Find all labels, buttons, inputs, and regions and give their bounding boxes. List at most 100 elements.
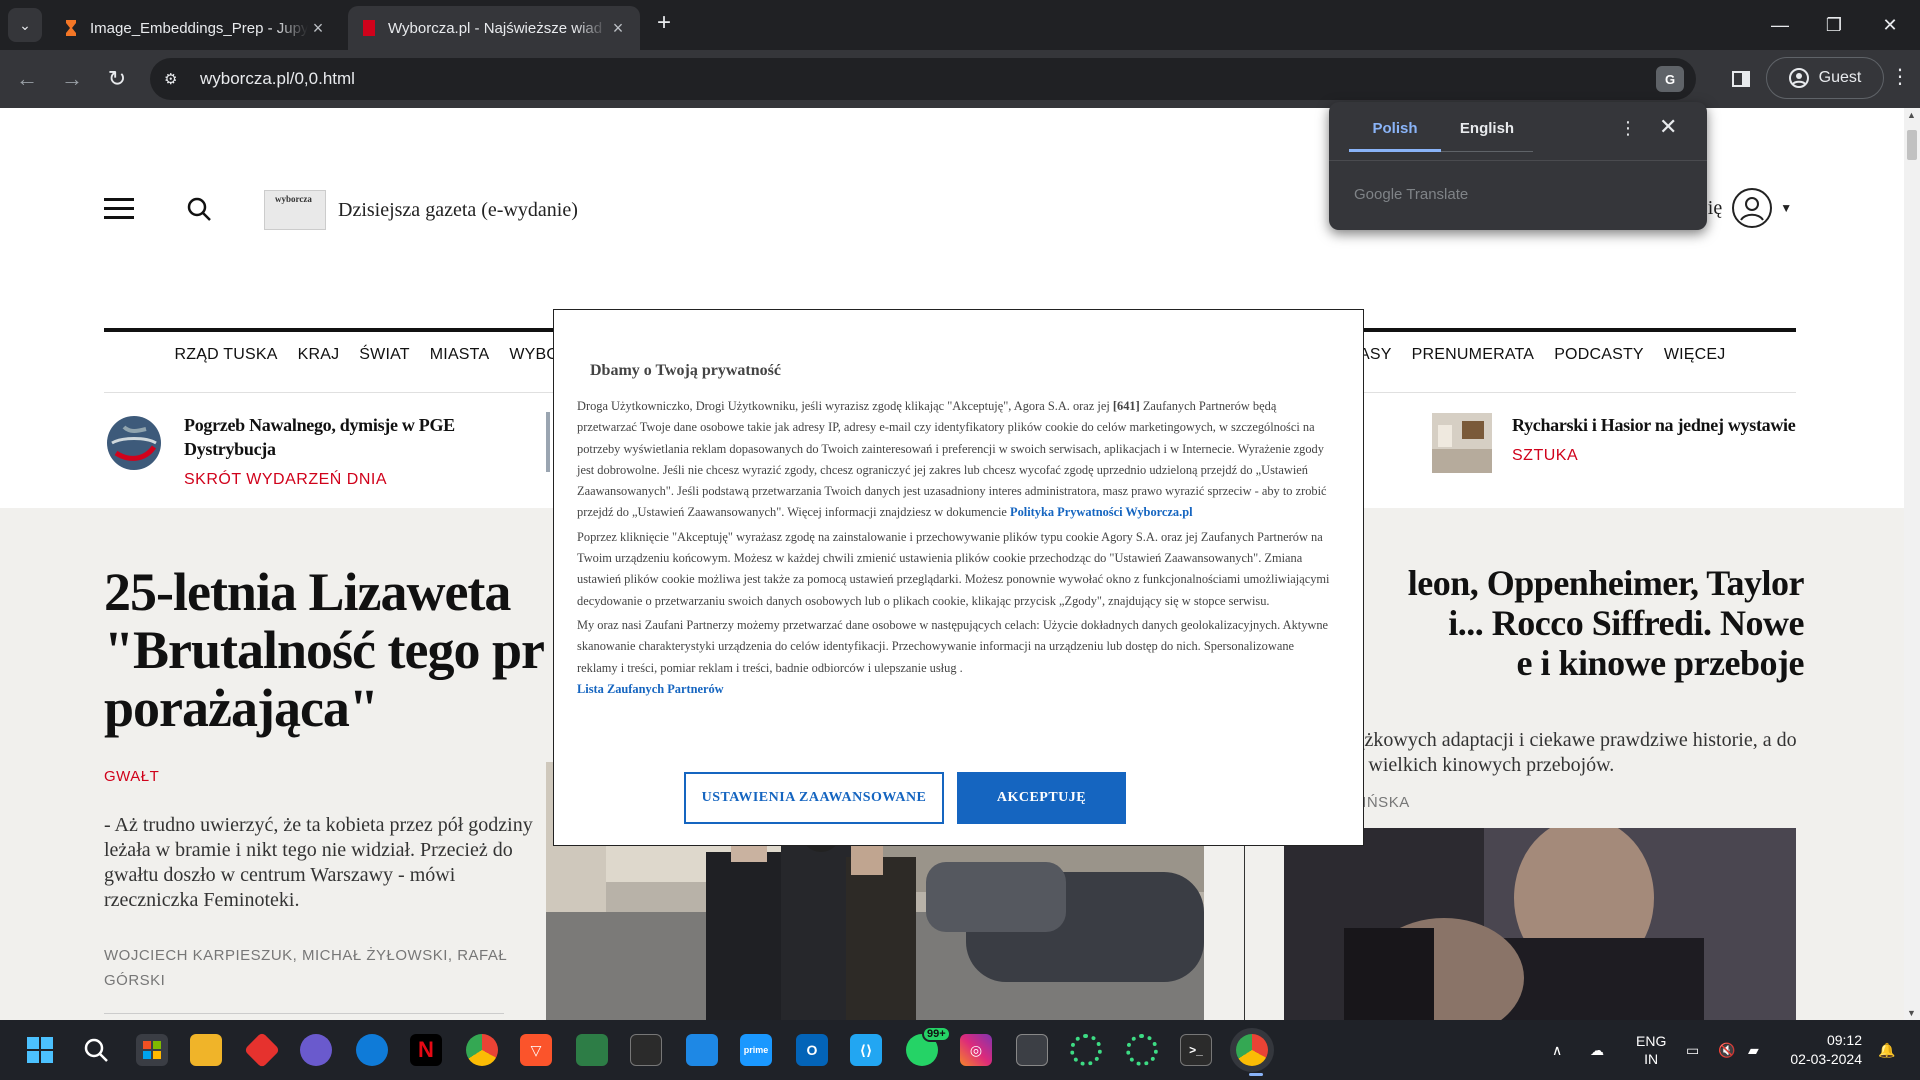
egazeta-link[interactable]: wyborcza Dzisiejsza gazeta (e-wydanie): [264, 190, 578, 230]
privacy-policy-link[interactable]: Polityka Prywatności Wyborcza.pl: [1010, 505, 1193, 519]
reload-button[interactable]: ↻: [100, 62, 134, 96]
netflix-icon[interactable]: N: [410, 1034, 442, 1066]
profile-button[interactable]: Guest: [1766, 57, 1884, 99]
scrollbar-thumb[interactable]: [1907, 130, 1917, 160]
profile-label: Guest: [1818, 69, 1862, 86]
lead-category[interactable]: GWAŁT: [104, 768, 159, 785]
close-tab-icon[interactable]: ×: [308, 18, 328, 39]
back-button[interactable]: ←: [10, 62, 44, 96]
prime-video-icon[interactable]: prime: [740, 1034, 772, 1066]
terminal-icon[interactable]: >_: [1180, 1034, 1212, 1066]
outlook-icon[interactable]: O: [796, 1034, 828, 1066]
teaser-thumbnail-edge: [546, 412, 550, 472]
lead-divider: [104, 1013, 504, 1014]
copilot-icon[interactable]: [300, 1034, 332, 1066]
browser-toolbar: ← → ↻ ⚙ wyborcza.pl/0,0.html G Guest ⋮: [0, 50, 1920, 108]
minimize-button[interactable]: —: [1752, 0, 1808, 50]
clock-time: 09:12: [1826, 1032, 1862, 1048]
chrome-active-icon[interactable]: [1236, 1034, 1268, 1066]
loading-app-icon-2[interactable]: [1126, 1034, 1158, 1066]
advanced-settings-button[interactable]: USTAWIENIA ZAAWANSOWANE: [684, 772, 944, 824]
consent-body: Droga Użytkowniczko, Drogi Użytkowniku, …: [577, 396, 1337, 703]
window-app-icon[interactable]: [1016, 1034, 1048, 1066]
microsoft-store-icon[interactable]: [136, 1034, 168, 1066]
nav-item[interactable]: ŚWIAT: [359, 346, 409, 386]
more-options-icon[interactable]: ⋮: [1619, 118, 1637, 139]
search-icon[interactable]: [186, 196, 212, 222]
browser-menu-icon[interactable]: ⋮: [1890, 64, 1910, 89]
translate-icon[interactable]: G: [1656, 66, 1684, 92]
lead-lede: - Aż trudno uwierzyć, że ta kobieta prze…: [104, 814, 533, 911]
teaser-title: Pogrzeb Nawalnego, dymisje w PGE Dystryb…: [184, 415, 455, 459]
windows-start-icon[interactable]: [24, 1034, 56, 1066]
forward-button[interactable]: →: [55, 62, 89, 96]
site-info-icon[interactable]: ⚙: [164, 70, 184, 88]
restore-button[interactable]: ❐: [1806, 0, 1862, 50]
close-tab-icon[interactable]: ×: [608, 18, 628, 39]
hourglass-icon: [66, 20, 76, 36]
notification-bell-icon[interactable]: 🔔: [1878, 1020, 1895, 1080]
close-window-button[interactable]: ✕: [1862, 0, 1918, 50]
anydesk-icon[interactable]: [243, 1031, 281, 1069]
volume-muted-icon[interactable]: 🔇: [1718, 1020, 1735, 1080]
nav-item[interactable]: WIĘCEJ: [1664, 346, 1726, 386]
image-viewer-icon[interactable]: [576, 1034, 608, 1066]
teaser-category: SZTUKA: [1512, 447, 1579, 464]
trusted-partners-link[interactable]: Lista Zaufanych Partnerów: [577, 682, 724, 696]
chrome-icon[interactable]: [466, 1034, 498, 1066]
scroll-down-icon[interactable]: ▼: [1907, 1008, 1916, 1018]
nav-item[interactable]: RZĄD TUSKA: [175, 346, 278, 386]
globe-thumbnail: [107, 416, 161, 470]
language-tab-polish[interactable]: Polish: [1349, 120, 1441, 152]
login-link[interactable]: się ▼: [1700, 188, 1792, 228]
terminal-app-icon[interactable]: [630, 1034, 662, 1066]
teaser-sztuka[interactable]: Rycharski i Hasior na jednej wystawie SZ…: [1432, 413, 1812, 473]
nav-item[interactable]: MIASTA: [430, 346, 490, 386]
battery-icon[interactable]: ▰: [1748, 1020, 1759, 1080]
instagram-icon[interactable]: ◎: [960, 1034, 992, 1066]
brave-icon[interactable]: ▽: [520, 1034, 552, 1066]
network-icon[interactable]: ▭: [1686, 1020, 1699, 1080]
url-text[interactable]: wyborcza.pl/0,0.html: [200, 69, 355, 89]
egazeta-label: Dzisiejsza gazeta (e-wydanie): [338, 198, 578, 221]
language-tab-english[interactable]: English: [1441, 120, 1533, 152]
vscode-icon[interactable]: ⟨⟩: [850, 1034, 882, 1066]
file-explorer-icon[interactable]: [190, 1034, 222, 1066]
tablet-app-icon[interactable]: [686, 1034, 718, 1066]
windows-taskbar: N ▽ prime O ⟨⟩ 99+ ◎ >_ ∧ ☁ ENG IN ▭ 🔇 ▰ …: [0, 1020, 1920, 1080]
side-panel-icon[interactable]: [1724, 62, 1758, 96]
lead-headline[interactable]: 25-letnia Lizaweta "Brutalność tego pr p…: [104, 563, 574, 737]
edge-icon[interactable]: [356, 1034, 388, 1066]
onedrive-cloud-icon[interactable]: ☁: [1590, 1020, 1604, 1080]
nav-item[interactable]: WYBO: [509, 346, 559, 386]
hamburger-menu-icon[interactable]: [104, 198, 134, 220]
whatsapp-icon[interactable]: 99+: [906, 1026, 951, 1066]
nav-item[interactable]: PRENUMERATA: [1412, 346, 1535, 386]
close-icon[interactable]: ✕: [1659, 114, 1677, 140]
right-photo[interactable]: [1284, 828, 1796, 1020]
loading-app-icon[interactable]: [1070, 1034, 1102, 1066]
tab-jupyter[interactable]: Image_Embeddings_Prep - Jupy ×: [50, 6, 340, 50]
nav-item[interactable]: PODCASTY: [1554, 346, 1644, 386]
scroll-up-icon[interactable]: ▲: [1907, 110, 1916, 120]
clock[interactable]: 09:12 02-03-2024: [1786, 1020, 1862, 1080]
consent-paragraph: Poprzez kliknięcie "Akceptuję" wyrażasz …: [577, 529, 1330, 608]
translate-popup: Polish English ⋮ ✕ Google Translate: [1329, 102, 1707, 230]
address-bar[interactable]: ⚙ wyborcza.pl/0,0.html G: [150, 58, 1696, 100]
search-icon[interactable]: [80, 1034, 112, 1066]
lead-authors[interactable]: WOJCIECH KARPIESZUK, MICHAŁ ŻYŁOWSKI, RA…: [104, 943, 534, 993]
user-avatar-icon: [1732, 188, 1773, 228]
consent-title: Dbamy o Twoją prywatność: [590, 362, 781, 379]
tab-search-button[interactable]: ⌄: [8, 8, 42, 42]
input-language-indicator[interactable]: ENG IN: [1636, 1020, 1666, 1080]
page-scrollbar[interactable]: ▲ ▼: [1904, 108, 1920, 1020]
new-tab-button[interactable]: +: [650, 10, 678, 38]
nav-item[interactable]: KRAJ: [298, 346, 340, 386]
tab-title: Image_Embeddings_Prep - Jupy: [90, 19, 308, 37]
cookie-consent-dialog: Dbamy o Twoją prywatność Droga Użytkowni…: [553, 309, 1364, 846]
chevron-down-icon: ⌄: [19, 16, 31, 33]
tab-wyborcza[interactable]: Wyborcza.pl - Najświeższe wiad ×: [348, 6, 640, 50]
tray-overflow-icon[interactable]: ∧: [1552, 1020, 1562, 1080]
accept-button[interactable]: AKCEPTUJĘ: [957, 772, 1126, 824]
teaser-skrot[interactable]: Pogrzeb Nawalnego, dymisje w PGE Dystryb…: [104, 413, 504, 489]
